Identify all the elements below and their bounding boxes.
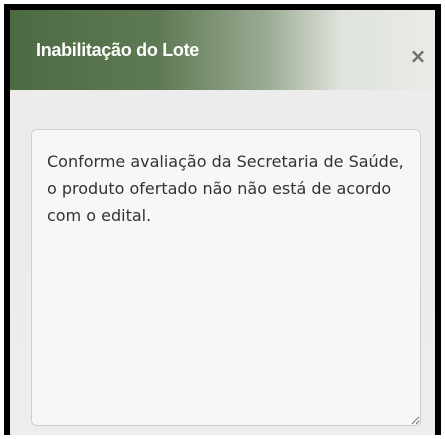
disqualification-modal: Inabilitação do Lote × Conforme avaliaçã… [4, 4, 441, 435]
modal-body: Conforme avaliação da Secretaria de Saúd… [10, 90, 435, 435]
modal-title: Inabilitação do Lote [36, 40, 200, 60]
disqualification-reason-textarea[interactable]: Conforme avaliação da Secretaria de Saúd… [31, 129, 421, 426]
modal-header: Inabilitação do Lote × [10, 10, 435, 90]
close-button[interactable]: × [408, 46, 428, 66]
